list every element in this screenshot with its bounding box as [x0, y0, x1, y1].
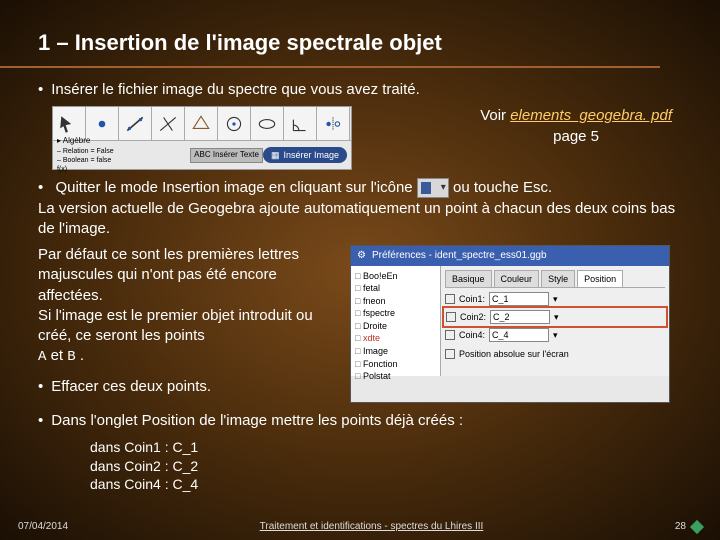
chevron-down-icon[interactable]: ▾: [554, 311, 559, 323]
point-b: B: [67, 349, 75, 365]
coin-mapping-2: dans Coin2 : C_2: [90, 457, 682, 476]
prefs-right-pane: Basique Couleur Style Position Coin1: ▾ …: [441, 266, 669, 376]
checkbox-icon[interactable]: [446, 312, 456, 322]
default-letters-text: Par défaut ce sont les premières lettres…: [38, 245, 338, 346]
object-list: Boo!eEn fetal fneon fspectre Droite xdte…: [351, 266, 441, 376]
tool-line-icon: [119, 107, 152, 140]
bullet-insert-file: • Insérer le fichier image du spectre qu…: [38, 80, 682, 100]
tool-polygon-icon: [185, 107, 218, 140]
tool-perp-icon: [152, 107, 185, 140]
tool-circle-icon: [218, 107, 251, 140]
algebra-panel-label: ▸ Algèbre – Relation = False – Boolean =…: [53, 134, 123, 177]
coin2-input[interactable]: [490, 310, 550, 324]
tab-color[interactable]: Couleur: [494, 270, 540, 287]
list-item: Droite: [355, 320, 436, 333]
prefs-title-text: Préférences - ident_spectre_ess01.ggb: [372, 249, 547, 263]
slide-content: • Insérer le fichier image du spectre qu…: [0, 80, 720, 494]
abs-pos-label: Position absolue sur l'écran: [459, 348, 569, 360]
tool-angle-icon: [284, 107, 317, 140]
list-item: Polstat: [355, 370, 436, 383]
preferences-window-mock: ⚙ Préférences - ident_spectre_ess01.ggb …: [350, 245, 670, 403]
insert-image-label: Insérer Image: [283, 149, 339, 161]
list-item: xdte: [355, 332, 436, 345]
prefs-body: Boo!eEn fetal fneon fspectre Droite xdte…: [351, 266, 669, 376]
list-item: fetal: [355, 282, 436, 295]
prefs-tabs: Basique Couleur Style Position: [445, 270, 665, 288]
coin1-row: Coin1: ▾: [445, 292, 665, 306]
left-paragraph: Par défaut ce sont les premières lettres…: [38, 245, 338, 403]
coin2-row: Coin2: ▾: [445, 309, 665, 325]
points-line: A et B .: [38, 346, 338, 367]
bullet-position-tab: • Dans l'onglet Position de l'image mett…: [38, 411, 682, 431]
coin4-row: Coin4: ▾: [445, 328, 665, 342]
image-icon: ▦: [271, 149, 280, 161]
insert-image-tool-icon: [417, 178, 449, 198]
list-item: Boo!eEn: [355, 270, 436, 283]
reference-note: Voir elements_geogebra. pdf page 5: [480, 106, 682, 147]
insert-image-tooltip: ▦ Insérer Image: [263, 147, 347, 163]
two-column-section: Par défaut ce sont les premières lettres…: [38, 245, 682, 403]
quit-text-a: Quitter le mode Insertion image en cliqu…: [55, 179, 412, 196]
footer-date: 07/04/2014: [18, 521, 68, 532]
list-item: fspectre: [355, 307, 436, 320]
graphic-panel: ABC Insérer Texte ▦ Insérer Image: [123, 147, 351, 163]
algebra-heading: ▸ Algèbre: [57, 136, 119, 147]
toolbar-illustration-row: ▸ Algèbre – Relation = False – Boolean =…: [52, 106, 682, 170]
geogebra-toolbar-mock: ▸ Algèbre – Relation = False – Boolean =…: [52, 106, 352, 170]
tool-conic-icon: [251, 107, 284, 140]
tool-transform-icon: [317, 107, 350, 140]
list-item: fneon: [355, 295, 436, 308]
tab-position[interactable]: Position: [577, 270, 623, 287]
bullet-dot: •: [38, 80, 43, 100]
tab-style[interactable]: Style: [541, 270, 575, 287]
ref-prefix: Voir: [480, 107, 510, 124]
bullet-dot: •: [38, 179, 43, 196]
abs-pos-row: Position absolue sur l'écran: [445, 348, 665, 360]
bullet-dot: •: [38, 377, 43, 397]
bullet-delete-points: • Effacer ces deux points.: [38, 377, 338, 397]
bullet-dot: •: [38, 411, 43, 431]
checkbox-icon[interactable]: [445, 294, 455, 304]
diamond-icon: [690, 519, 704, 533]
chevron-down-icon[interactable]: ▾: [553, 293, 558, 305]
coin4-label: Coin4:: [459, 329, 485, 341]
dot: .: [76, 347, 84, 364]
position-instruction: Dans l'onglet Position de l'image mettre…: [51, 411, 463, 431]
insert-text-label: ABC Insérer Texte: [190, 148, 263, 163]
coin4-input[interactable]: [489, 328, 549, 342]
ref-page: page 5: [553, 128, 599, 145]
ref-link: elements_geogebra. pdf: [510, 107, 672, 124]
gear-icon: ⚙: [357, 249, 366, 263]
chevron-down-icon[interactable]: ▾: [553, 329, 558, 341]
list-item: Image: [355, 345, 436, 358]
checkbox-icon[interactable]: [445, 349, 455, 359]
bullet-text: Insérer le fichier image du spectre que …: [51, 80, 420, 100]
toolbar-bottom: ▸ Algèbre – Relation = False – Boolean =…: [53, 141, 351, 169]
object-list-items: Boo!eEn fetal fneon fspectre Droite xdte…: [355, 270, 436, 383]
algebra-props: – Relation = False – Boolean = false f(x…: [57, 147, 119, 175]
coin1-label: Coin1:: [459, 293, 485, 305]
coin2-label: Coin2:: [460, 311, 486, 323]
quit-text-c: La version actuelle de Geogebra ajoute a…: [38, 199, 682, 240]
slide-footer: 07/04/2014 Traitement et identifications…: [0, 521, 720, 532]
coin-mapping-1: dans Coin1 : C_1: [90, 438, 682, 457]
coin-mapping-3: dans Coin4 : C_4: [90, 475, 682, 494]
bullet-quit-mode: • Quitter le mode Insertion image en cli…: [38, 178, 682, 239]
tab-basic[interactable]: Basique: [445, 270, 492, 287]
slide-title: 1 – Insertion de l'image spectrale objet: [0, 0, 660, 68]
page-number: 28: [675, 521, 686, 532]
prefs-titlebar: ⚙ Préférences - ident_spectre_ess01.ggb: [351, 246, 669, 266]
footer-title: Traitement et identifications - spectres…: [68, 521, 675, 532]
list-item: Fonction: [355, 358, 436, 371]
and-text: et: [46, 347, 67, 364]
quit-text-b: ou touche Esc.: [453, 179, 552, 196]
footer-page: 28: [675, 521, 702, 532]
checkbox-icon[interactable]: [445, 330, 455, 340]
delete-points-text: Effacer ces deux points.: [51, 377, 211, 397]
coin1-input[interactable]: [489, 292, 549, 306]
